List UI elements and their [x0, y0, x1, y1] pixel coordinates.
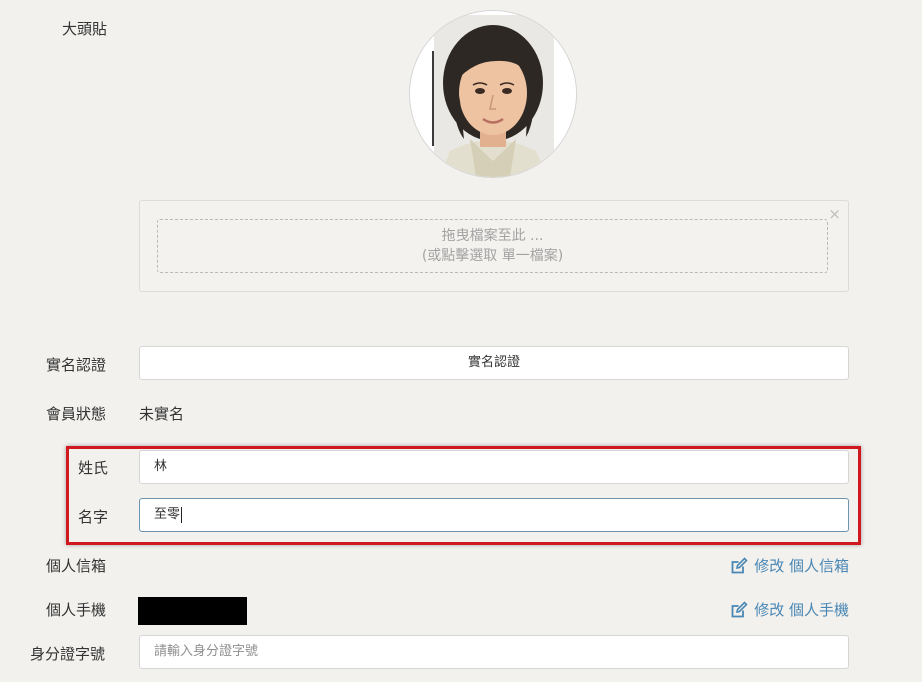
edit-icon: [731, 600, 748, 617]
profile-form: 大頭貼 × 拖曳檔案至此 ... (或點擊選取 單一檔案) 實名認證 實名認證 …: [0, 0, 922, 682]
close-icon[interactable]: ×: [828, 207, 841, 222]
given-name-label: 名字: [78, 508, 109, 526]
phone-redacted: [138, 597, 247, 625]
email-label: 個人信箱: [46, 557, 107, 575]
edit-phone-link[interactable]: 修改 個人手機: [730, 599, 849, 620]
id-number-input[interactable]: 請輸入身分證字號: [139, 635, 849, 669]
file-upload-panel: × 拖曳檔案至此 ... (或點擊選取 單一檔案): [139, 200, 849, 292]
phone-label: 個人手機: [46, 601, 107, 619]
avatar-label: 大頭貼: [62, 20, 108, 38]
verification-label: 實名認證: [46, 356, 107, 374]
surname-label: 姓氏: [78, 459, 109, 477]
dropzone-drag-text: 拖曳檔案至此 ...: [441, 228, 544, 244]
id-number-placeholder: 請輸入身分證字號: [154, 644, 259, 659]
member-status-label: 會員狀態: [46, 405, 107, 423]
text-cursor: [181, 506, 183, 523]
given-name-value: 至零: [154, 507, 181, 522]
edit-email-link[interactable]: 修改 個人信箱: [730, 555, 849, 576]
edit-phone-label: 修改 個人手機: [754, 601, 849, 619]
dropzone-select-text: (或點擊選取 單一檔案): [421, 248, 564, 264]
file-dropzone[interactable]: 拖曳檔案至此 ... (或點擊選取 單一檔案): [157, 219, 828, 273]
edit-email-label: 修改 個人信箱: [754, 557, 849, 575]
given-name-input[interactable]: 至零: [139, 498, 849, 532]
person-photo-icon: [410, 11, 576, 177]
surname-input[interactable]: 林: [139, 450, 849, 484]
verification-button[interactable]: 實名認證: [139, 346, 849, 380]
avatar[interactable]: [409, 10, 577, 178]
surname-value: 林: [154, 459, 168, 474]
id-number-label: 身分證字號: [30, 645, 106, 663]
member-status-value: 未實名: [139, 405, 185, 423]
edit-icon: [731, 556, 748, 573]
